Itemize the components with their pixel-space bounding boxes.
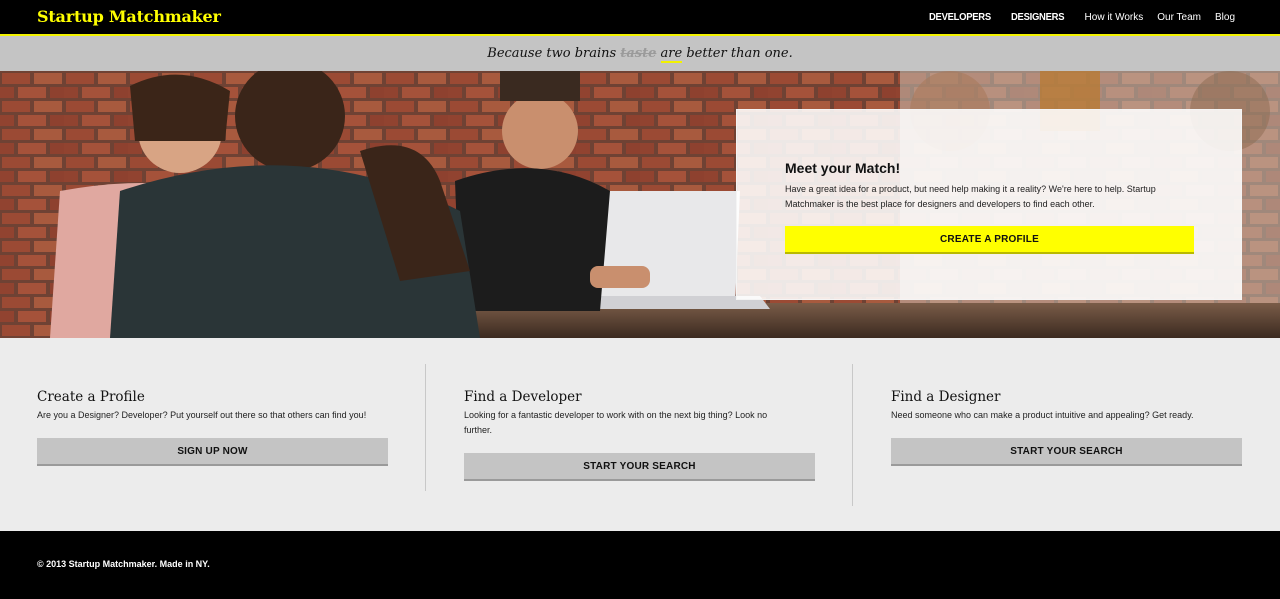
feature-text: Looking for a fantastic developer to wor… (464, 410, 768, 435)
nav-designers-link[interactable]: DESIGNERS (1011, 11, 1065, 23)
features-section: Create a Profile Are you a Designer? Dev… (0, 338, 1280, 531)
nav-how-it-works-link[interactable]: How it Works (1085, 12, 1144, 23)
tagline: Because two brains taste are better than… (0, 46, 1280, 63)
copyright-text: © 2013 Startup Matchmaker. Made in NY. (37, 559, 210, 569)
feature-create-profile: Create a Profile Are you a Designer? Dev… (37, 338, 397, 531)
tagline-after: better than one. (686, 46, 793, 61)
match-card-title: Meet your Match! (785, 160, 901, 176)
top-navbar: Startup Matchmaker DEVELOPERS DESIGNERS … (0, 0, 1280, 36)
start-search-developer-button[interactable]: START YOUR SEARCH (464, 453, 815, 479)
tagline-underlined-word: are (660, 46, 683, 63)
tagline-bar: Because two brains taste are better than… (0, 36, 1280, 71)
brand-logo-link[interactable]: Startup Matchmaker (37, 7, 221, 26)
main-nav: DEVELOPERS DESIGNERS How it Works Our Te… (929, 11, 1235, 23)
match-card-text: Have a great idea for a product, but nee… (785, 184, 1156, 209)
feature-title: Find a Developer (464, 389, 582, 405)
meet-your-match-card: Meet your Match! Have a great idea for a… (736, 109, 1242, 300)
nav-developers-link[interactable]: DEVELOPERS (929, 11, 991, 23)
hero-section: Meet your Match! Have a great idea for a… (0, 71, 1280, 338)
feature-text: Need someone who can make a product intu… (891, 410, 1194, 420)
start-search-designer-button[interactable]: START YOUR SEARCH (891, 438, 1242, 464)
create-profile-button[interactable]: CREATE A PROFILE (785, 226, 1194, 252)
feature-find-developer: Find a Developer Looking for a fantastic… (464, 338, 824, 531)
tagline-struck-word: taste (620, 46, 657, 61)
column-divider (852, 364, 853, 506)
sign-up-now-button[interactable]: SIGN UP NOW (37, 438, 388, 464)
feature-title: Create a Profile (37, 389, 145, 405)
nav-our-team-link[interactable]: Our Team (1157, 12, 1201, 23)
tagline-before: Because two brains (487, 46, 617, 61)
footer: © 2013 Startup Matchmaker. Made in NY. (0, 531, 1280, 599)
feature-title: Find a Designer (891, 389, 1001, 405)
feature-find-designer: Find a Designer Need someone who can mak… (891, 338, 1251, 531)
column-divider (425, 364, 426, 491)
feature-text: Are you a Designer? Developer? Put yours… (37, 410, 367, 420)
nav-blog-link[interactable]: Blog (1215, 12, 1235, 23)
